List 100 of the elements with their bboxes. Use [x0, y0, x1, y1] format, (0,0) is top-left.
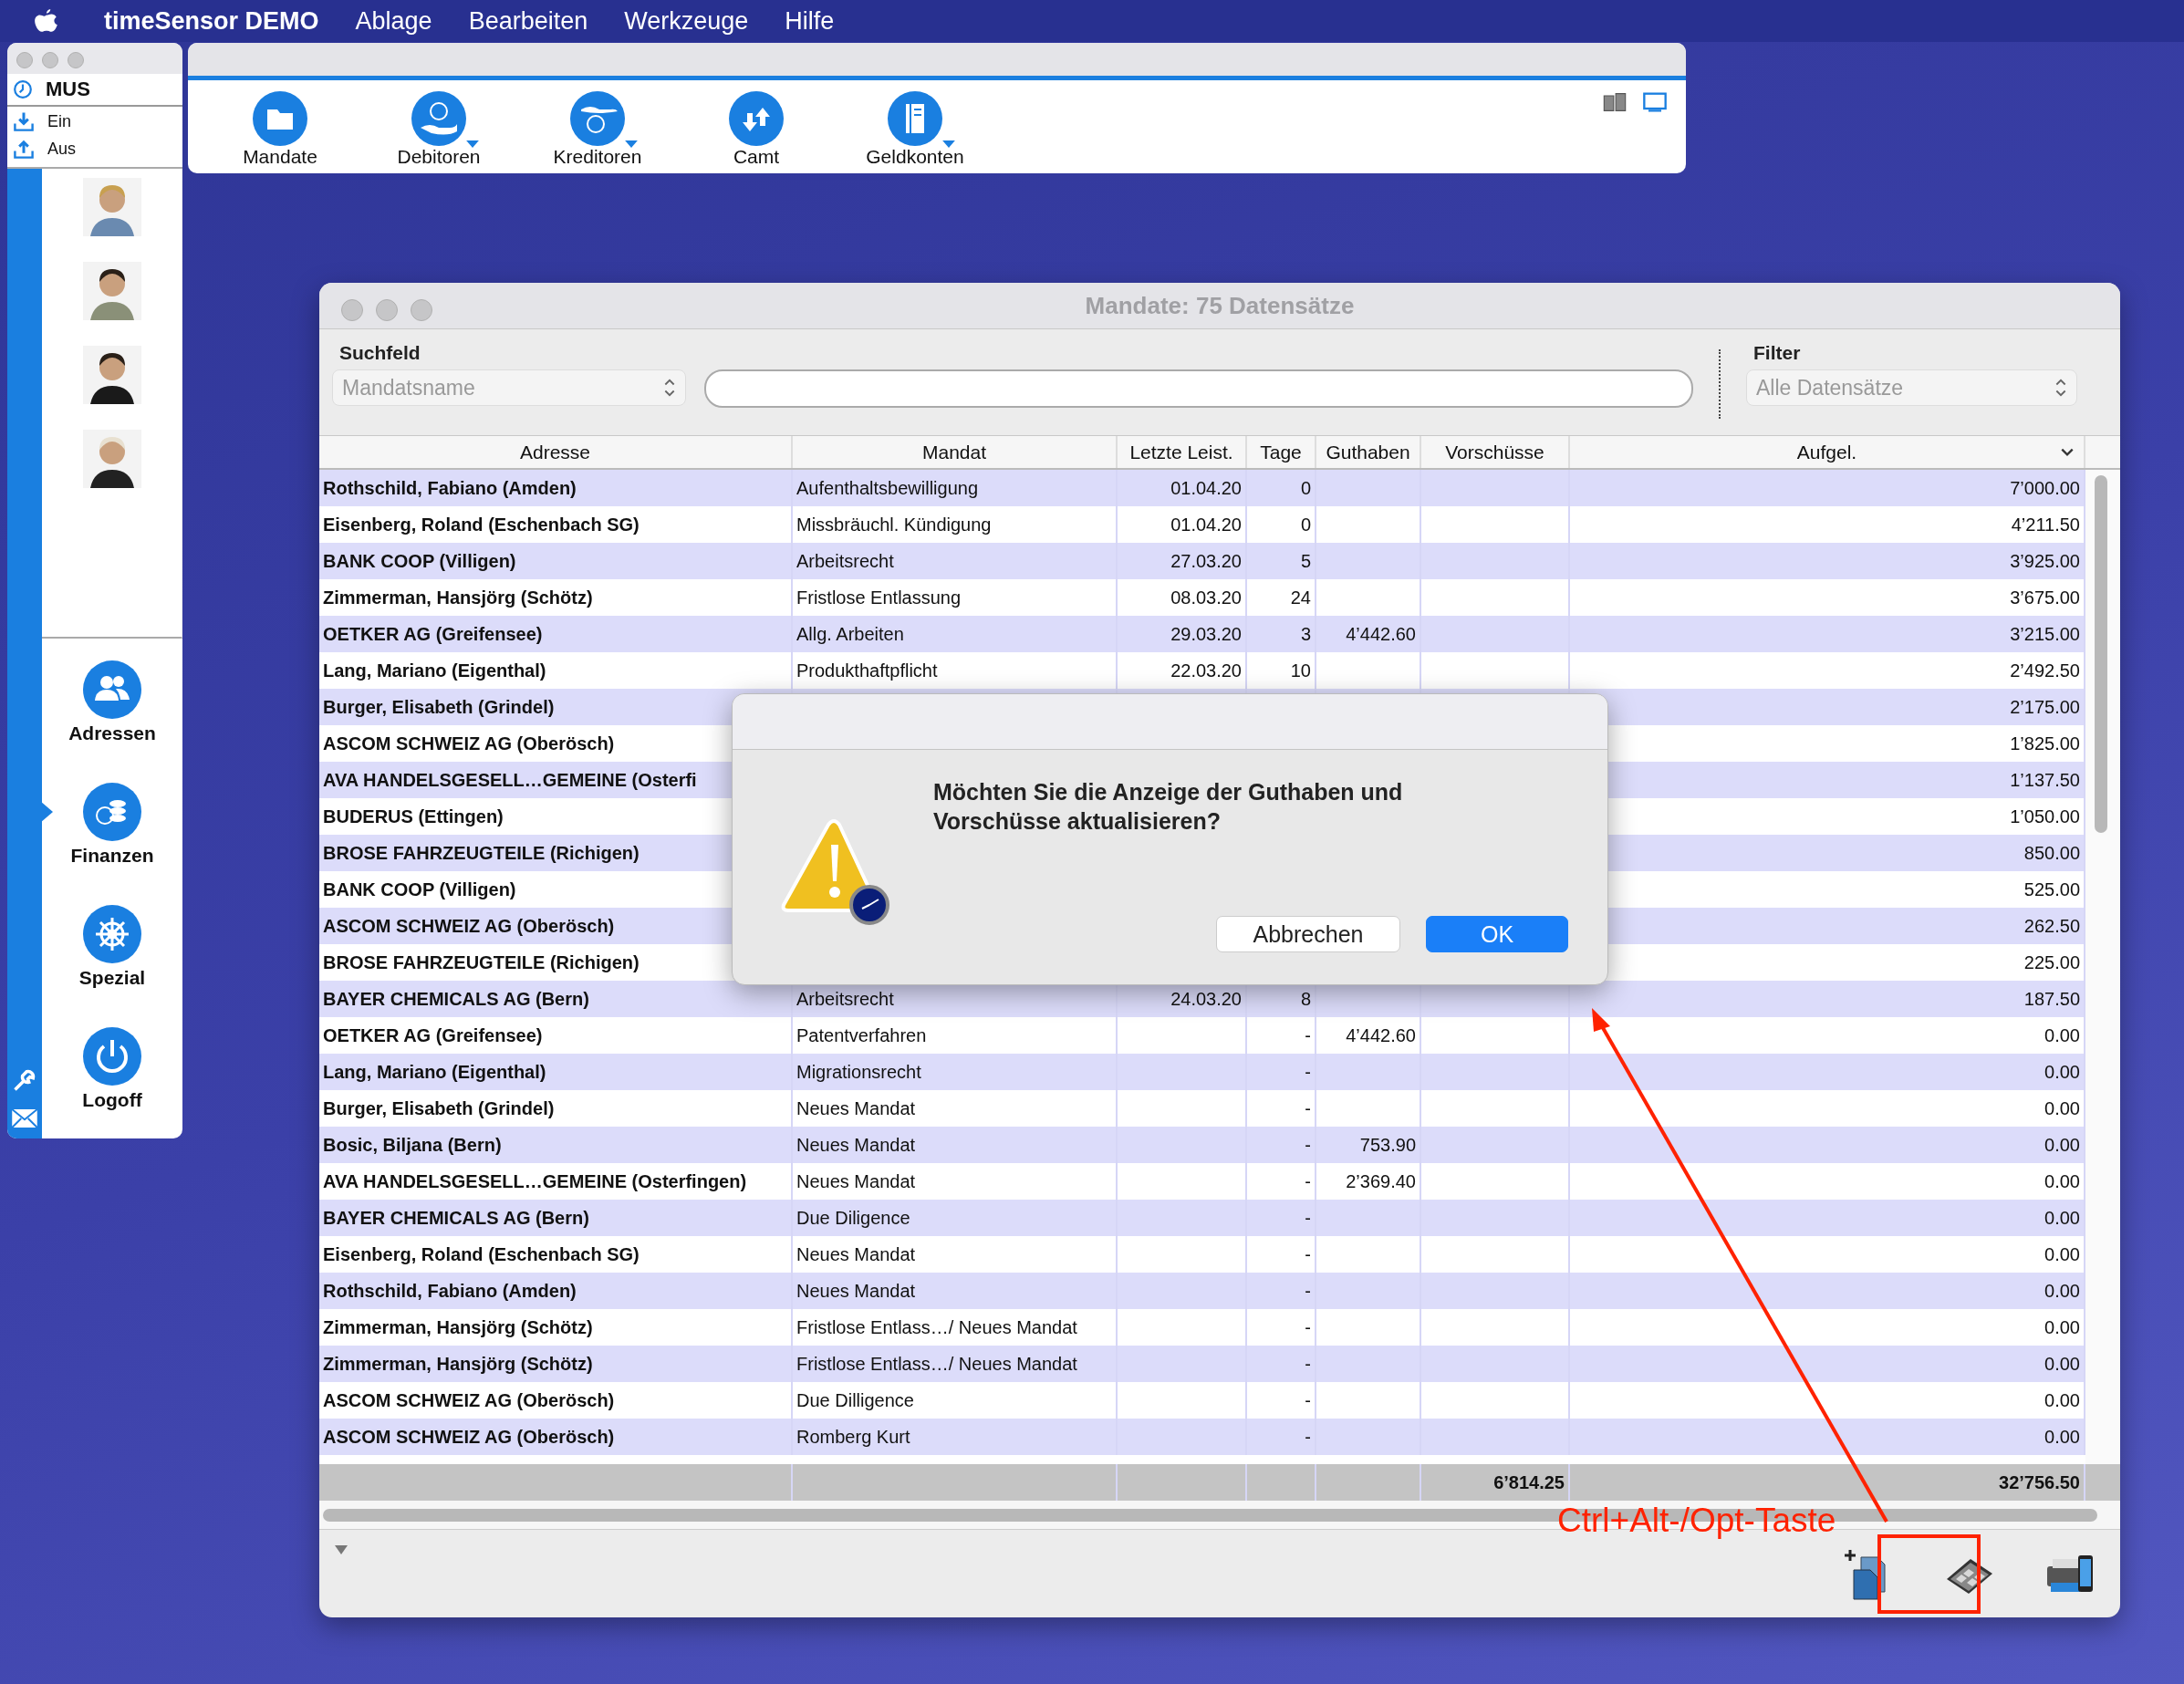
table-cell: Eisenberg, Roland (Eschenbach SG)	[323, 514, 640, 535]
menu-item[interactable]: Bearbeiten	[468, 6, 588, 36]
menu-item[interactable]: Ablage	[355, 6, 432, 36]
table-cell: -	[1305, 1243, 1311, 1265]
caret-icon[interactable]	[625, 140, 638, 148]
table-cell: 0.00	[2044, 1207, 2080, 1229]
table-cell: 0.00	[2044, 1280, 2080, 1302]
table-cell: 01.04.20	[1170, 514, 1242, 535]
clock-icon	[13, 79, 33, 99]
menu-item[interactable]: Hilfe	[785, 6, 835, 36]
table-cell: 0	[1300, 514, 1311, 535]
table-cell: 27.03.20	[1170, 550, 1242, 572]
table-cell: Bosic, Biljana (Bern)	[323, 1134, 502, 1156]
table-cell: 10	[1290, 660, 1311, 681]
table-cell: 29.03.20	[1170, 623, 1242, 645]
nav-label[interactable]: Adressen	[68, 722, 156, 744]
column-header[interactable]: Letzte Leist.	[1118, 436, 1247, 468]
scroll-thumb[interactable]	[2095, 475, 2107, 833]
table-cell: Due Diligence	[796, 1207, 910, 1229]
table-cell: 22.03.20	[1170, 660, 1242, 681]
caret-icon[interactable]	[466, 140, 479, 148]
toolbar-button[interactable]: Debitoren	[359, 80, 518, 168]
table-cell: OETKER AG (Greifensee)	[323, 1024, 543, 1046]
table-cell: Neues Mandat	[796, 1134, 916, 1156]
toolbar-button[interactable]: Camt	[677, 80, 836, 168]
table-cell: Arbeitsrecht	[796, 550, 894, 572]
table-cell: Zimmerman, Hansjörg (Schötz)	[323, 587, 593, 608]
table-cell: BAYER CHEMICALS AG (Bern)	[323, 1207, 589, 1229]
total-value: 32’756.50	[1999, 1471, 2080, 1493]
table-cell: 2’175.00	[2010, 696, 2080, 718]
search-label: Suchfeld	[338, 342, 421, 364]
table-cell: Burger, Elisabeth (Grindel)	[323, 696, 555, 718]
table-cell: Aufenthaltsbewilligung	[796, 477, 979, 499]
table-cell: 24.03.20	[1170, 988, 1242, 1010]
table-cell: Lang, Mariano (Eigenthal)	[323, 660, 546, 681]
table-cell: -	[1305, 1170, 1311, 1192]
ship-wheel-icon[interactable]	[83, 905, 141, 963]
column-header[interactable]: Guthaben	[1316, 436, 1421, 468]
table-cell: 2’492.50	[2010, 660, 2080, 681]
table-cell: BROSE FAHRZEUGTEILE (Richigen)	[323, 951, 640, 973]
table-cell: BUDERUS (Ettingen)	[323, 806, 504, 827]
table-cell: Neues Mandat	[796, 1243, 916, 1265]
table-cell: Rothschild, Fabiano (Amden)	[323, 1280, 577, 1302]
table-cell: Arbeitsrecht	[796, 988, 894, 1010]
nav-label[interactable]: Finanzen	[70, 845, 154, 867]
column-header[interactable]: Tage	[1247, 436, 1316, 468]
action-link[interactable]: Aus	[47, 139, 77, 159]
column-header[interactable]: Aufgel.	[1570, 436, 2085, 468]
sort-chevron-icon[interactable]	[2060, 446, 2075, 458]
table-cell: 01.04.20	[1170, 477, 1242, 499]
table-cell: Fristlose Entlass…/ Neues Mandat	[796, 1316, 1077, 1338]
table-cell: Zimmerman, Hansjörg (Schötz)	[323, 1353, 593, 1375]
table-cell: 525.00	[2023, 878, 2080, 900]
table-cell: Fristlose Entlass…/ Neues Mandat	[796, 1353, 1077, 1375]
table-cell: 0.00	[2044, 1134, 2080, 1156]
app-menu[interactable]: timeSensor DEMO	[104, 6, 319, 36]
table-cell: Neues Mandat	[796, 1280, 916, 1302]
table-cell: 5	[1300, 550, 1311, 572]
updown-arrows-icon	[2054, 377, 2067, 399]
people-icon[interactable]	[83, 660, 141, 719]
annotation-text: Ctrl+Alt-/Opt-Taste	[1557, 1502, 1836, 1540]
toolbar-button[interactable]: Mandate	[201, 80, 359, 168]
table-cell: -	[1305, 1061, 1311, 1083]
column-header[interactable]: Adresse	[319, 436, 793, 468]
vertical-scrollbar[interactable]	[2085, 470, 2120, 1464]
window-icon[interactable]	[1642, 91, 1668, 113]
table-cell: 1’825.00	[2010, 733, 2080, 754]
menu-item[interactable]: Werkzeuge	[624, 6, 749, 36]
table-cell: -	[1305, 1097, 1311, 1119]
action-link[interactable]: Ein	[47, 111, 71, 131]
table-cell: -	[1305, 1024, 1311, 1046]
user-name: MUS	[46, 78, 90, 101]
search-field[interactable]	[704, 369, 1693, 408]
cancel-button[interactable]: Abbrechen	[1216, 916, 1400, 952]
table-cell: 850.00	[2023, 842, 2080, 864]
nav-label[interactable]: Logoff	[82, 1089, 142, 1111]
caret-icon[interactable]	[942, 140, 955, 148]
download-icon[interactable]	[13, 110, 35, 132]
table-cell: -	[1305, 1389, 1311, 1411]
table-cell: Fristlose Entlassung	[796, 587, 962, 608]
coins-icon[interactable]	[83, 783, 141, 841]
table-cell: Romberg Kurt	[796, 1426, 910, 1448]
disclosure-triangle-icon[interactable]	[334, 1544, 348, 1555]
table-cell: 24	[1290, 587, 1311, 608]
column-header[interactable]: Mandat	[793, 436, 1118, 468]
toolbar-button[interactable]: Geldkonten	[836, 80, 994, 168]
table-cell: 8	[1300, 988, 1311, 1010]
book-icon[interactable]	[1602, 91, 1628, 113]
coin-hand-icon	[568, 89, 627, 148]
toolbar-button[interactable]: Kreditoren	[518, 80, 677, 168]
apple-icon[interactable]	[35, 7, 58, 35]
table-cell: 0.00	[2044, 1170, 2080, 1192]
column-header[interactable]: Vorschüsse	[1421, 436, 1570, 468]
power-icon[interactable]	[83, 1027, 141, 1086]
table-cell: Rothschild, Fabiano (Amden)	[323, 477, 577, 499]
ok-button[interactable]: OK	[1426, 916, 1568, 952]
table-cell: Due Dilligence	[796, 1389, 914, 1411]
table-cell: ASCOM SCHWEIZ AG (Oberösch)	[323, 1389, 615, 1411]
upload-icon[interactable]	[13, 138, 35, 160]
nav-label[interactable]: Spezial	[78, 967, 146, 989]
